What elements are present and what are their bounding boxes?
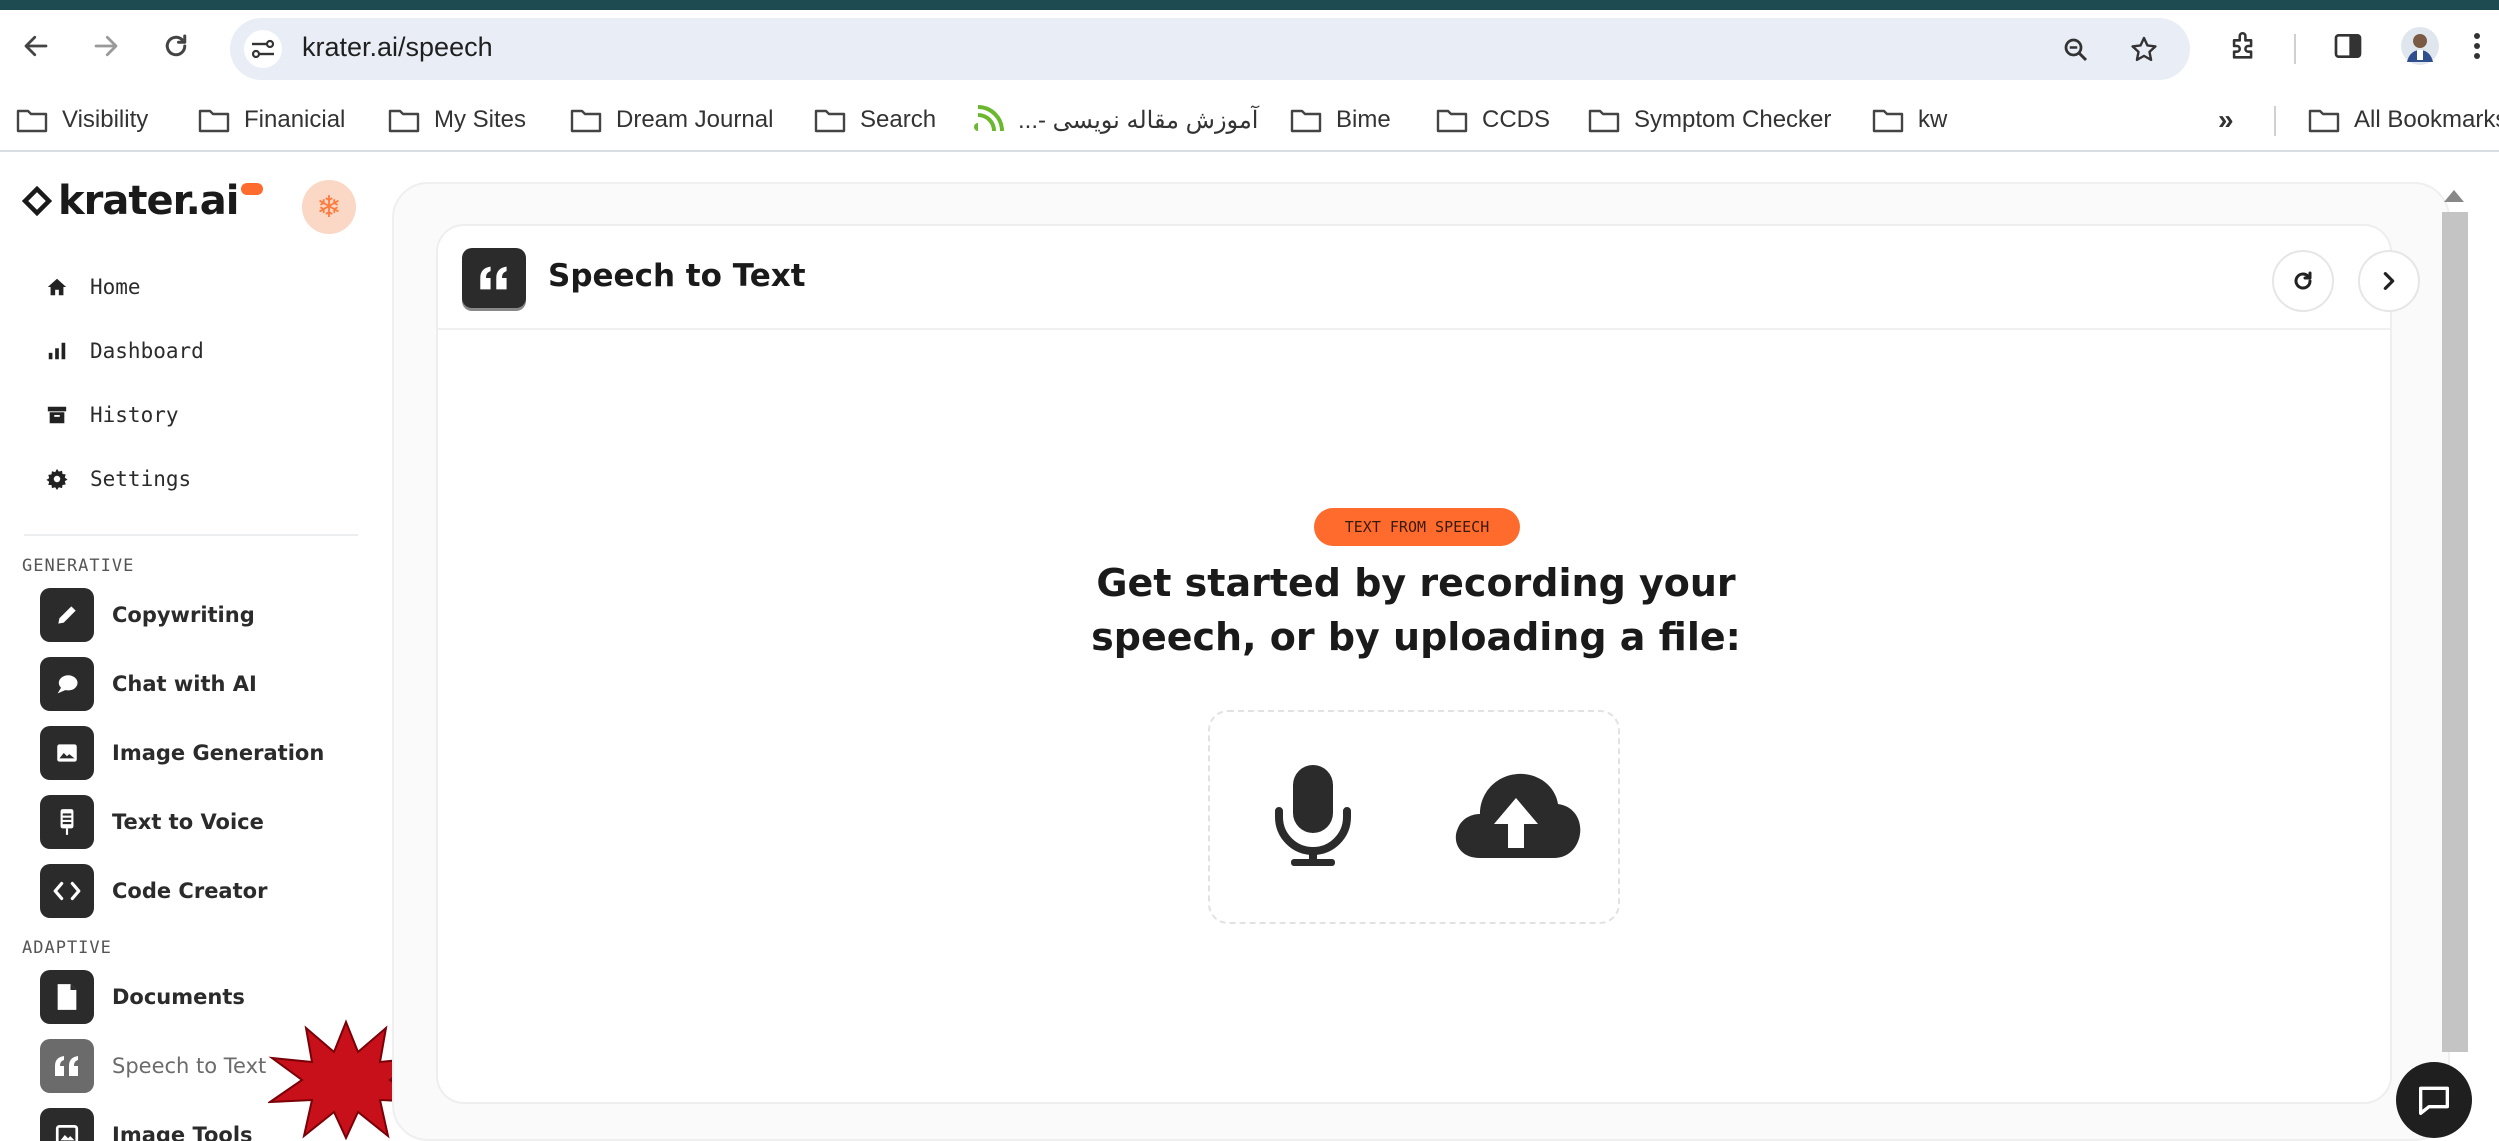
folder-icon — [1872, 109, 1904, 133]
image-icon — [40, 726, 94, 780]
chevron-right-icon — [2383, 272, 2395, 290]
browser-menu-icon[interactable] — [2462, 24, 2492, 68]
sidebar-item-chat-with-ai[interactable]: Chat with AI — [40, 657, 257, 711]
code-icon — [40, 864, 94, 918]
sidebar-item-speech-to-text[interactable]: Speech to Text — [40, 1039, 266, 1093]
site-settings-icon[interactable] — [244, 30, 282, 68]
forward-arrow-icon — [94, 35, 118, 57]
sidebar-item-text-to-voice[interactable]: Text to Voice — [40, 795, 264, 849]
bookmark-folder[interactable]: Search — [814, 102, 936, 138]
bookmark-folder[interactable]: Finanicial — [198, 102, 345, 138]
zoom-icon[interactable] — [2054, 28, 2098, 72]
bookmarks-divider — [2274, 106, 2276, 136]
refresh-icon — [2294, 271, 2312, 290]
scrollbar-thumb[interactable] — [2442, 212, 2468, 1052]
microphone-icon — [1275, 765, 1351, 866]
bookmark-folder[interactable]: Dream Journal — [570, 102, 773, 138]
folder-icon — [1436, 109, 1468, 133]
toolbar-divider — [2294, 34, 2296, 64]
extensions-icon[interactable] — [2222, 24, 2266, 68]
bookmark-folder[interactable]: Symptom Checker — [1588, 102, 1831, 138]
bookmark-folder[interactable]: kw — [1872, 102, 1947, 138]
sidebar-item-copywriting[interactable]: Copywriting — [40, 588, 255, 642]
section-label-adaptive: ADAPTIVE — [22, 938, 112, 958]
snowflake-icon[interactable]: ❄ — [302, 180, 356, 234]
gear-icon — [44, 466, 70, 492]
reload-icon — [165, 34, 187, 57]
section-label-generative: GENERATIVE — [22, 556, 135, 576]
document-icon — [40, 970, 94, 1024]
chat-bubble-icon — [2419, 1086, 2449, 1115]
folder-icon — [1588, 109, 1620, 133]
folder-icon — [814, 109, 846, 133]
folder-icon — [570, 109, 602, 133]
sidebar-item-documents[interactable]: Documents — [40, 970, 245, 1024]
card-header: Speech to Text — [438, 226, 2420, 330]
bookmark-star-icon[interactable] — [2122, 28, 2166, 72]
bookmarks-bar: Visibility Finanicial My Sites Dream Jou… — [0, 88, 2499, 152]
sidebar: krater.ai ❄ Home Dashboard History Setti… — [0, 154, 380, 1141]
bar-chart-icon — [44, 338, 70, 364]
speech-to-text-card: Speech to Text TEXT FROM SPEECH Get star… — [436, 224, 2420, 1104]
home-icon — [44, 274, 70, 300]
bookmark-folder[interactable]: Bime — [1290, 102, 1391, 138]
image-tools-icon — [40, 1108, 94, 1141]
pencil-icon — [40, 588, 94, 642]
sidebar-item-dashboard[interactable]: Dashboard — [44, 338, 204, 364]
bookmark-folder[interactable]: My Sites — [388, 102, 526, 138]
vertical-scrollbar[interactable] — [2438, 182, 2468, 1062]
sidebar-item-history[interactable]: History — [44, 402, 179, 428]
sidebar-item-home[interactable]: Home — [44, 274, 141, 300]
folder-icon — [2308, 109, 2340, 133]
bookmarks-overflow-button[interactable]: » — [2218, 102, 2234, 138]
headline-line-2: speech, or by uploading a file: — [1091, 615, 1741, 659]
logo-dot — [240, 183, 263, 195]
diamond-logo-icon — [22, 186, 52, 216]
all-bookmarks-button[interactable]: All Bookmarks — [2308, 102, 2499, 138]
folder-icon — [16, 109, 48, 133]
record-microphone-button[interactable] — [1268, 760, 1358, 870]
sidebar-item-settings[interactable]: Settings — [44, 466, 191, 492]
sidebar-divider — [24, 534, 358, 536]
browser-top-strip — [0, 0, 2499, 10]
address-bar[interactable]: krater.ai/speech — [230, 18, 2190, 80]
upload-file-button[interactable] — [1446, 762, 1586, 866]
rss-icon — [974, 105, 1004, 132]
forward-button[interactable] — [84, 24, 128, 68]
bookmark-folder[interactable]: Visibility — [16, 102, 148, 138]
headline: Get started by recording your speech, or… — [916, 556, 1916, 664]
status-badge: TEXT FROM SPEECH — [1314, 508, 1520, 546]
next-button[interactable] — [2358, 250, 2420, 312]
krater-logo[interactable]: krater.ai — [22, 178, 263, 224]
page-title: Speech to Text — [548, 258, 806, 294]
bookmark-folder[interactable]: CCDS — [1436, 102, 1550, 138]
folder-icon — [198, 109, 230, 133]
quote-icon — [462, 248, 526, 308]
side-panel-icon[interactable] — [2326, 24, 2370, 68]
scroll-up-arrow[interactable] — [2444, 190, 2464, 202]
chat-icon — [40, 657, 94, 711]
sidebar-item-image-generation[interactable]: Image Generation — [40, 726, 324, 780]
quote-icon — [40, 1039, 94, 1093]
headline-line-1: Get started by recording your — [1096, 561, 1736, 605]
refresh-button[interactable] — [2272, 250, 2334, 312]
profile-avatar[interactable] — [2398, 24, 2442, 68]
back-arrow-icon — [24, 35, 48, 57]
cloud-upload-icon — [1455, 773, 1581, 858]
support-chat-button[interactable] — [2396, 1062, 2472, 1138]
voice-icon — [40, 795, 94, 849]
reload-button[interactable] — [154, 24, 198, 68]
folder-icon — [1290, 109, 1322, 133]
input-dropzone — [1208, 710, 1620, 924]
sidebar-item-code-creator[interactable]: Code Creator — [40, 864, 267, 918]
archive-icon — [44, 402, 70, 428]
sidebar-item-image-tools[interactable]: Image Tools — [40, 1108, 253, 1141]
bookmark-link[interactable]: آموزش مقاله نویسی -... — [972, 102, 1258, 138]
url-text[interactable]: krater.ai/speech — [302, 32, 493, 63]
browser-toolbar: krater.ai/speech — [0, 10, 2499, 88]
back-button[interactable] — [14, 24, 58, 68]
folder-icon — [388, 109, 420, 133]
